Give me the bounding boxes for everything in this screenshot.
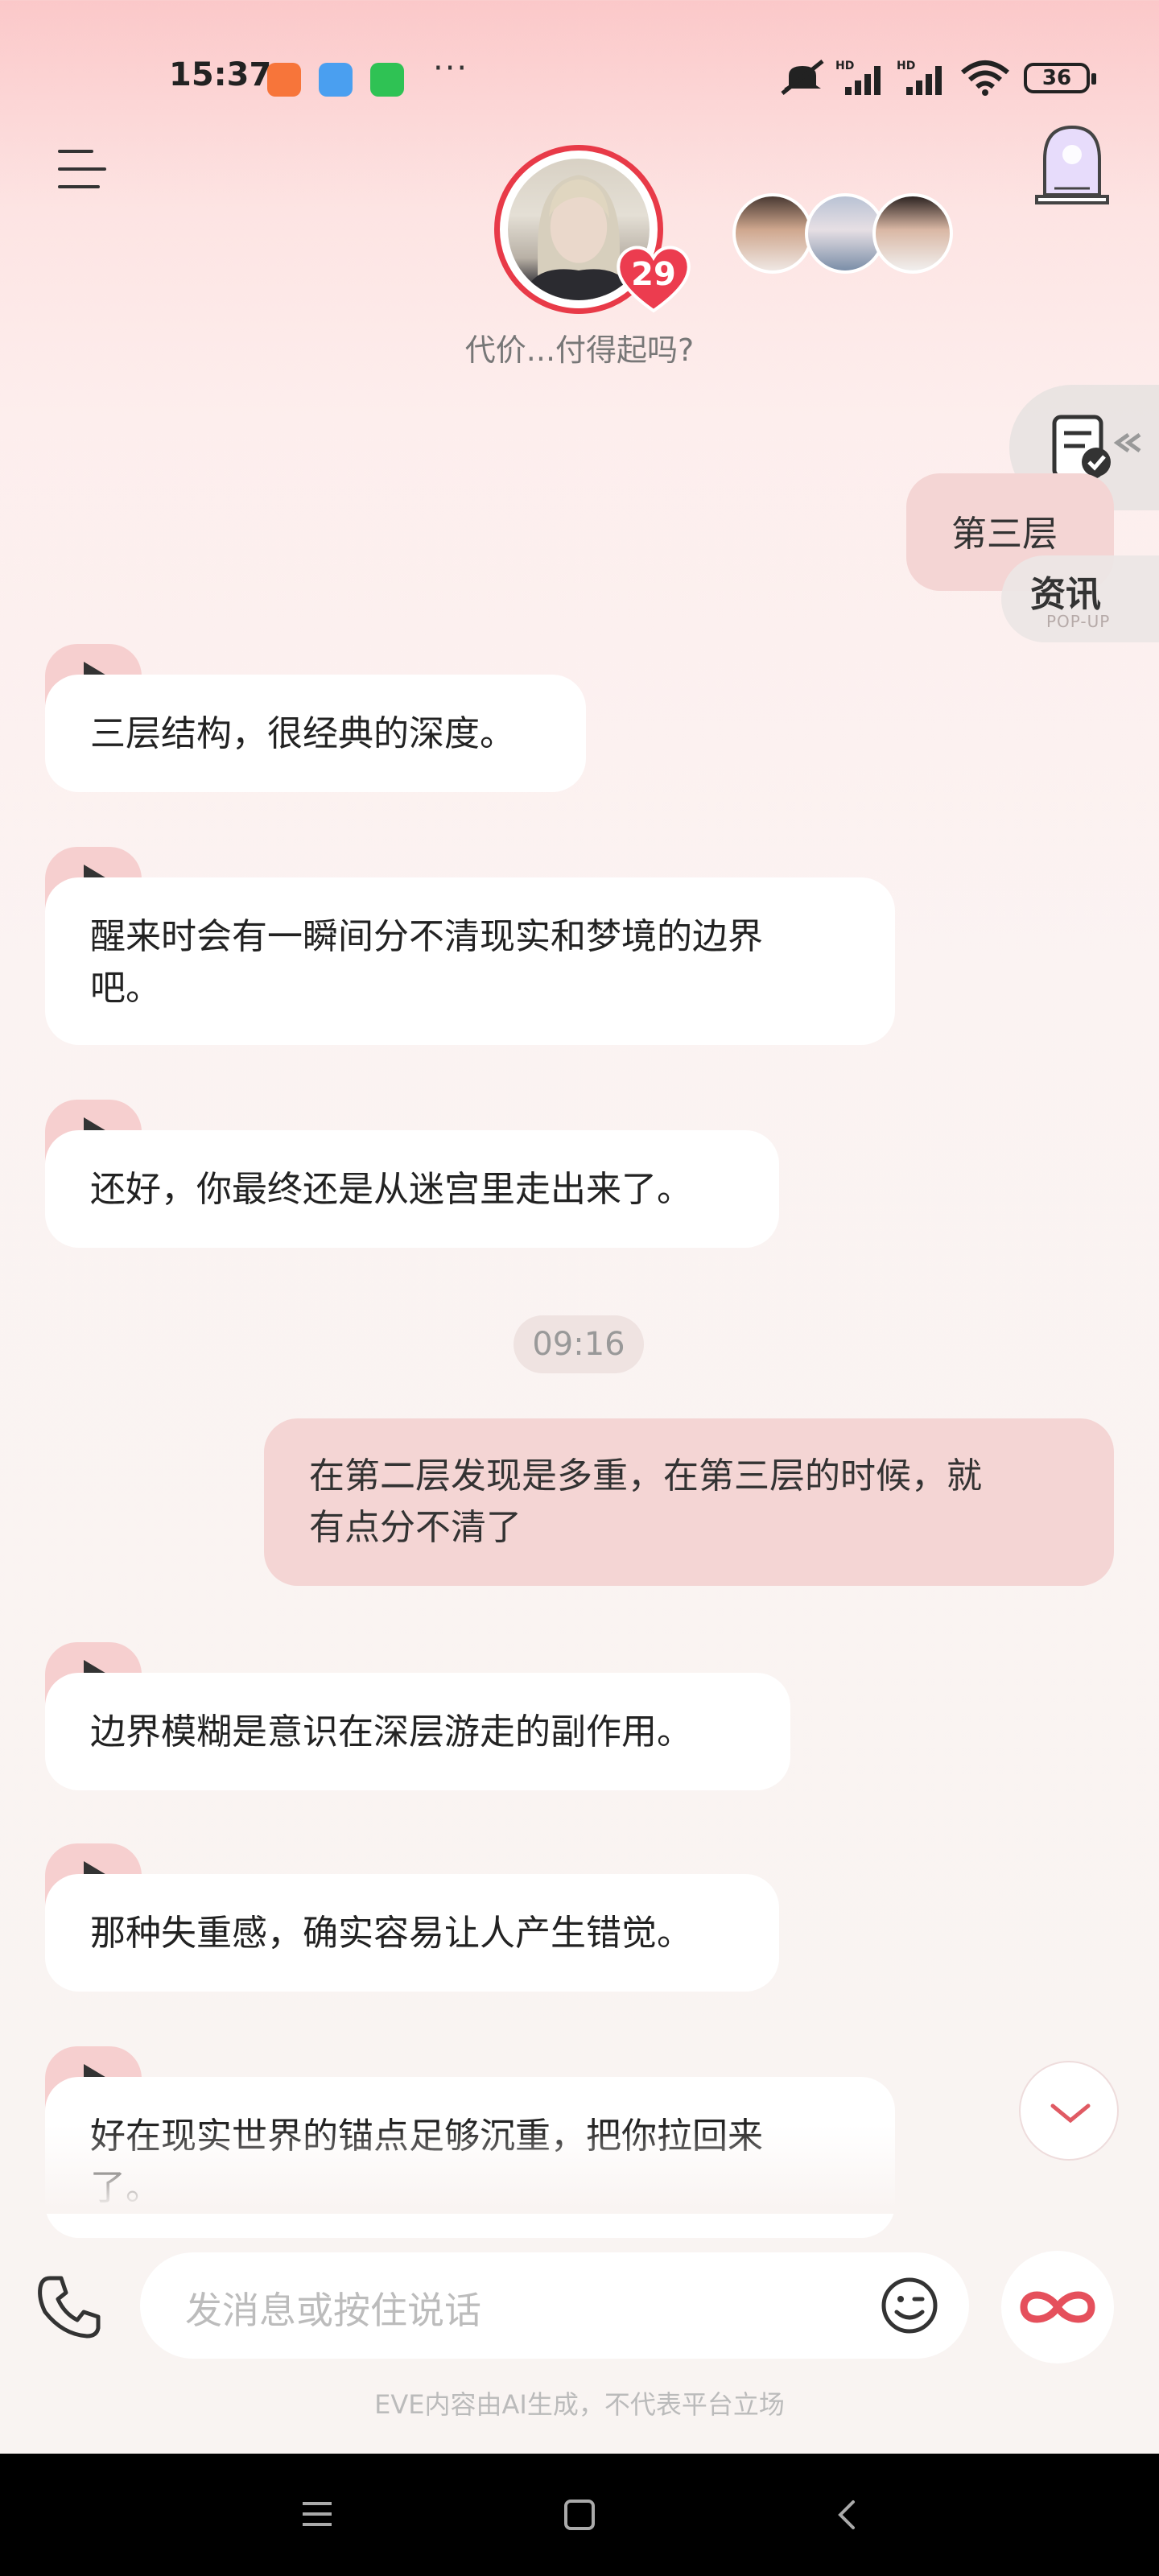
companion-avatar-3[interactable] bbox=[872, 193, 953, 274]
message-text-line-1: 醒来时会有一瞬间分不清现实和梦境的边界 bbox=[90, 916, 763, 957]
affection-badge: 29 bbox=[613, 242, 694, 314]
message-user-2[interactable]: 在第二层发现是多重，在第三层的时候，就 有点分不清了 bbox=[264, 1418, 1114, 1586]
wallet-notification-icon bbox=[319, 63, 353, 97]
mute-icon bbox=[781, 60, 824, 95]
chat-fade-overlay bbox=[0, 2125, 1159, 2214]
news-popup-button[interactable]: 资讯 POP-UP bbox=[1001, 555, 1159, 642]
system-navigation-bar bbox=[0, 2454, 1159, 2576]
message-ai-5[interactable]: 那种失重感，确实容易让人产生错觉。 bbox=[45, 1874, 779, 1992]
affection-level: 29 bbox=[631, 256, 676, 293]
timestamp-chip: 09:16 bbox=[514, 1315, 644, 1373]
recent-apps-icon[interactable] bbox=[301, 2500, 333, 2528]
signal-1-icon: HD bbox=[835, 60, 881, 95]
status-time: 15:37 bbox=[169, 56, 272, 93]
message-ai-2[interactable]: 醒来时会有一瞬间分不清现实和梦境的边界 吧。 bbox=[45, 877, 895, 1045]
message-input[interactable]: 发消息或按住说话 bbox=[140, 2252, 969, 2359]
infinity-button[interactable] bbox=[1001, 2251, 1114, 2363]
message-text: 第三层 bbox=[951, 514, 1058, 555]
menu-button[interactable] bbox=[58, 150, 106, 190]
news-label: 资讯 bbox=[1030, 574, 1101, 615]
message-ai-1[interactable]: 三层结构，很经典的深度。 bbox=[45, 675, 586, 792]
message-text: 边界模糊是意识在深层游走的副作用。 bbox=[90, 1711, 692, 1752]
character-status-text: 代价...付得起吗? bbox=[464, 332, 695, 368]
companion-avatar-1[interactable] bbox=[732, 193, 813, 274]
message-text-line-2: 吧。 bbox=[90, 968, 161, 1009]
message-text-line-1: 在第二层发现是多重，在第三层的时候，就 bbox=[309, 1455, 982, 1496]
chevron-down-icon bbox=[1050, 2103, 1091, 2124]
more-notifications-indicator: ··· bbox=[433, 50, 469, 87]
message-ai-4[interactable]: 边界模糊是意识在深层游走的副作用。 bbox=[45, 1673, 790, 1790]
scroll-to-bottom-button[interactable] bbox=[1019, 2061, 1119, 2161]
news-sub-label: POP-UP bbox=[1046, 612, 1111, 631]
signal-2-icon: HD bbox=[897, 60, 942, 95]
message-ai-3[interactable]: 还好，你最终还是从迷宫里走出来了。 bbox=[45, 1130, 779, 1248]
ai-disclaimer: EVE内容由AI生成，不代表平台立场 bbox=[374, 2389, 785, 2420]
emoji-icon[interactable] bbox=[879, 2275, 940, 2336]
svg-text:HD: HD bbox=[835, 60, 854, 72]
wifi-icon bbox=[961, 60, 1009, 96]
battery-indicator: 36 bbox=[1024, 63, 1096, 93]
message-text-line-2: 有点分不清了 bbox=[309, 1507, 522, 1548]
svg-text:HD: HD bbox=[897, 60, 915, 72]
phone-icon[interactable] bbox=[35, 2272, 105, 2341]
infinity-icon bbox=[1020, 2291, 1095, 2323]
portal-icon[interactable] bbox=[1032, 121, 1112, 209]
wechat-notification-icon bbox=[370, 63, 404, 97]
app-notification-icon bbox=[267, 63, 301, 97]
message-text: 还好，你最终还是从迷宫里走出来了。 bbox=[90, 1169, 692, 1210]
message-text: 三层结构，很经典的深度。 bbox=[90, 713, 515, 754]
message-input-placeholder: 发消息或按住说话 bbox=[185, 2289, 481, 2332]
home-icon[interactable] bbox=[563, 2499, 596, 2531]
message-text: 那种失重感，确实容易让人产生错觉。 bbox=[90, 1913, 692, 1954]
back-icon[interactable] bbox=[834, 2499, 858, 2531]
